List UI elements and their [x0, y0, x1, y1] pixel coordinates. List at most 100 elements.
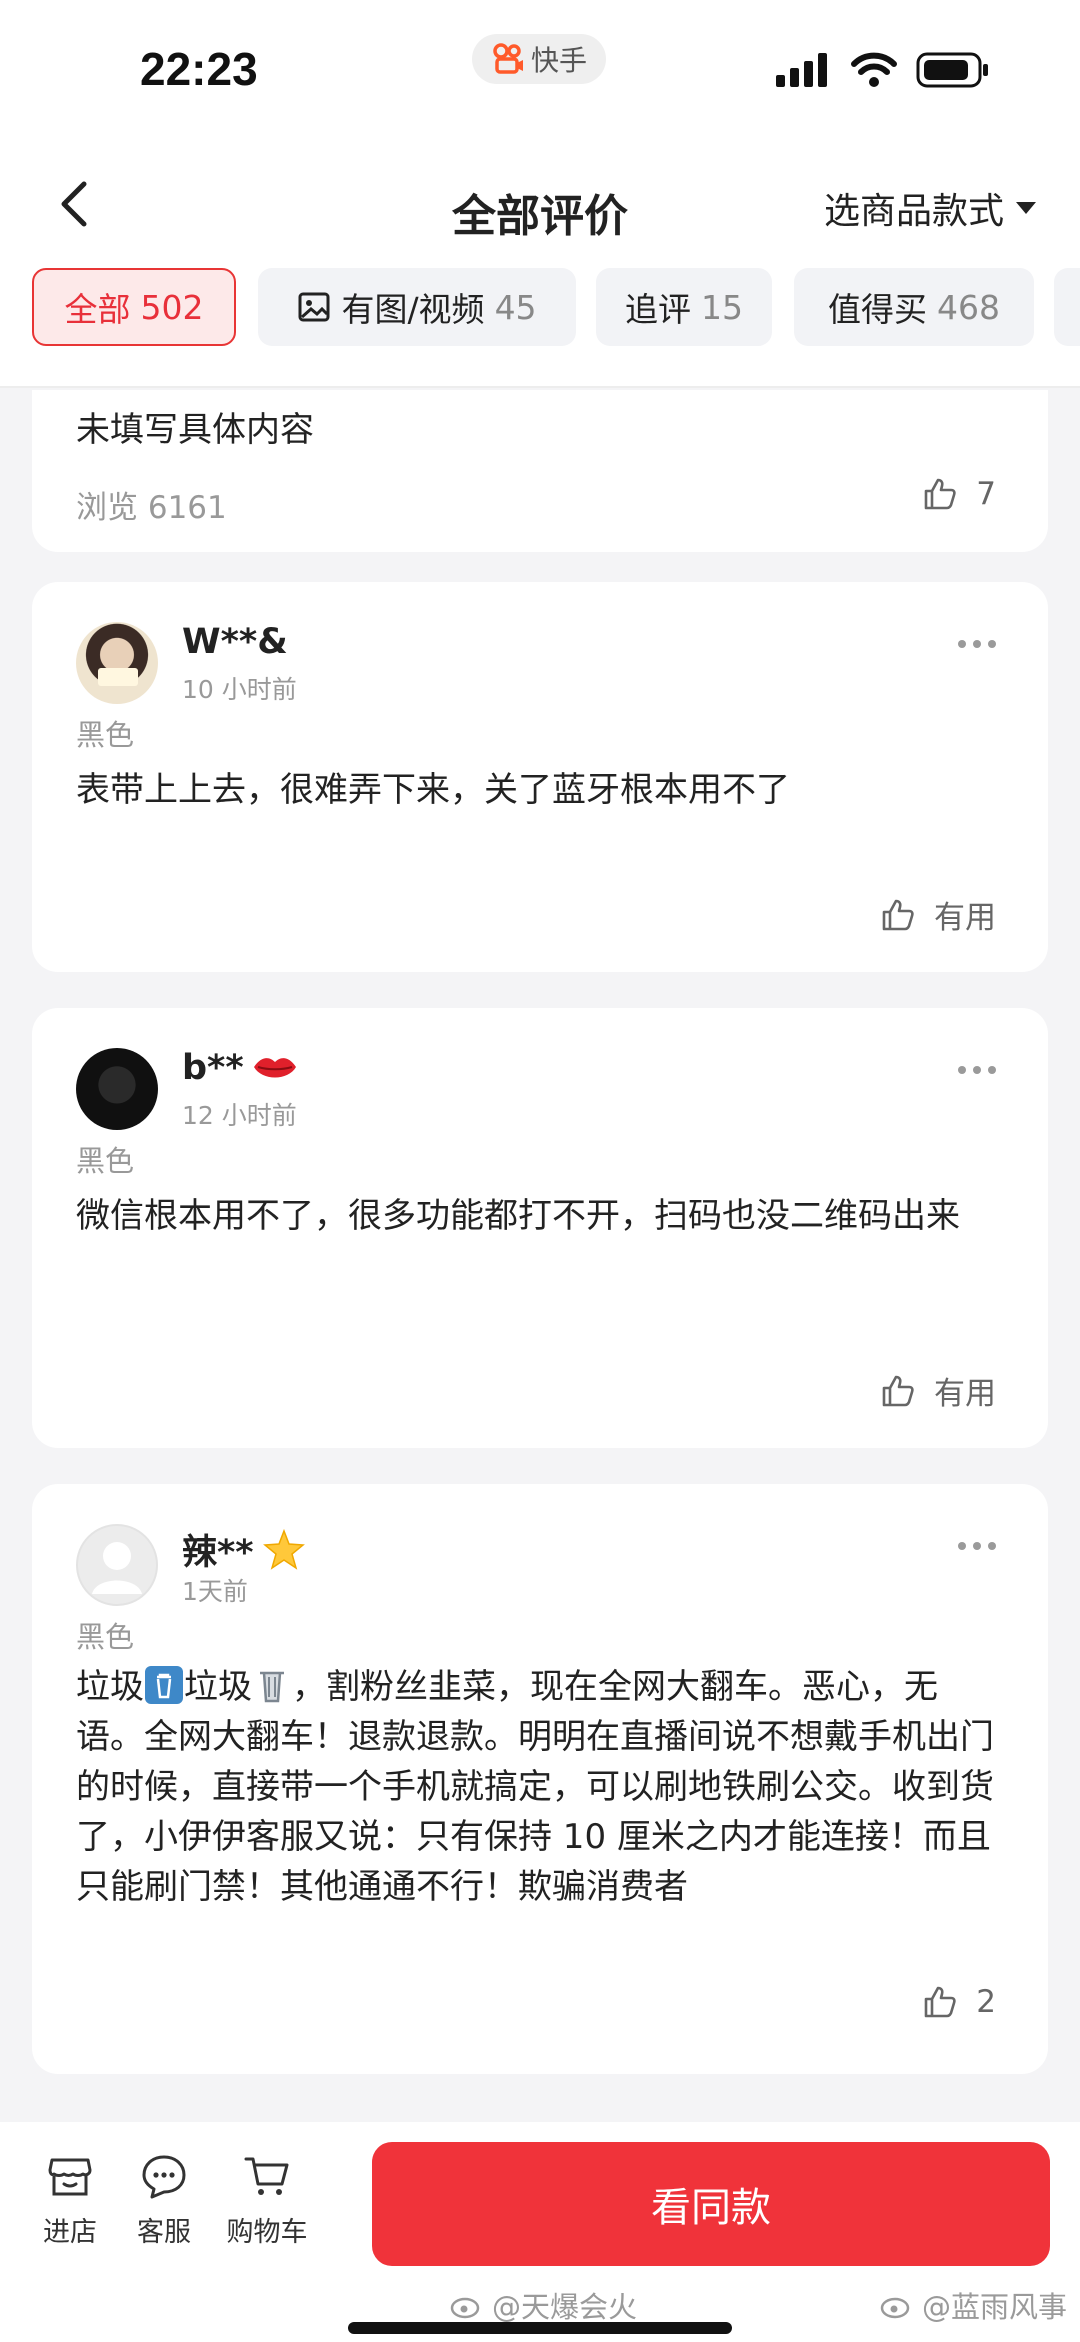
like-button[interactable]: 7 — [922, 476, 996, 512]
image-icon — [298, 292, 330, 322]
review-text: 表带上上去，很难弄下来，关了蓝牙根本用不了 — [76, 770, 790, 810]
thumbs-up-icon — [882, 1375, 914, 1406]
wastebasket-icon — [260, 1671, 284, 1703]
watermark-right: @蓝雨风事 — [880, 2284, 1067, 2326]
home-indicator[interactable] — [348, 2322, 732, 2334]
filter-chip-worth-buying[interactable]: 值得买 468 — [794, 268, 1034, 346]
review-text: 垃圾 垃圾 ，割粉丝韭菜，现在全网大翻车。恶心，无语。全网大翻车！退款退款。明明在直… — [76, 1662, 1004, 1912]
kuaishou-logo-icon — [493, 43, 523, 74]
weibo-logo-icon — [880, 2297, 910, 2319]
avatar[interactable] — [76, 622, 158, 704]
reviewer-name[interactable]: 辣** — [182, 1524, 306, 1575]
nav-bar: 全部评价 选商品款式 — [0, 150, 1080, 260]
filter-chip-media[interactable]: 有图/视频 45 — [258, 268, 576, 346]
wifi-icon — [851, 52, 897, 87]
battery-icon — [916, 52, 988, 88]
product-variant: 黑色 — [76, 718, 135, 752]
helpful-button[interactable]: 有用 — [880, 1368, 996, 1413]
more-dot — [988, 1542, 996, 1550]
cellular-signal-icon — [776, 53, 827, 87]
like-button[interactable]: 2 — [922, 1984, 996, 2020]
like-count: 7 — [976, 476, 996, 512]
filter-chip-followup[interactable]: 追评 15 — [596, 268, 772, 346]
review-time: 12 小时前 — [182, 1101, 297, 1130]
more-dot — [973, 1066, 981, 1074]
view-same-item-button[interactable]: 看同款 — [372, 2142, 1050, 2266]
filter-chip-label: 全部 — [64, 290, 131, 329]
filter-chip-label: 值得买 — [828, 290, 927, 329]
filter-chip-all[interactable]: 全部 502 — [32, 268, 236, 346]
star-sparkle-icon — [262, 1528, 305, 1570]
app-name: 快手 — [530, 44, 587, 77]
chat-bubble-icon — [142, 2155, 186, 2199]
thumbs-up-icon — [882, 899, 914, 930]
more-options-button[interactable] — [958, 1542, 996, 1550]
status-bar: 22:23 快手 — [0, 0, 1080, 150]
more-dot — [973, 1542, 981, 1550]
caret-down-icon — [1016, 202, 1036, 214]
more-dot — [988, 640, 996, 648]
tab-cart[interactable]: 购物车 — [210, 2152, 324, 2249]
weibo-logo-icon — [450, 2297, 480, 2319]
reviewer-name[interactable]: b** — [182, 1048, 298, 1088]
tab-label: 客服 — [137, 2217, 191, 2248]
lips-emoji-icon — [253, 1058, 296, 1078]
reviewer-name-text: 辣** — [182, 1533, 254, 1573]
product-variant: 黑色 — [76, 1144, 135, 1178]
review-card: b** 12 小时前 黑色 微信根本用不了，很多功能都打不开，扫码也没二维码出来… — [32, 1008, 1048, 1448]
avatar[interactable] — [76, 1524, 158, 1606]
review-text: 未填写具体内容 — [76, 410, 314, 450]
filter-chip-label: 追评 — [625, 290, 691, 329]
review-text-part: 垃圾 — [76, 1667, 144, 1707]
product-variant: 黑色 — [76, 1620, 135, 1654]
reviewer-name[interactable]: W**& — [182, 622, 288, 662]
more-options-button[interactable] — [958, 640, 996, 648]
reviewer-name-text: W**& — [182, 622, 288, 662]
review-view-count: 浏览 6161 — [76, 490, 227, 526]
tab-store[interactable]: 进店 — [20, 2152, 120, 2249]
helpful-button[interactable]: 有用 — [880, 892, 996, 937]
more-dot — [973, 640, 981, 648]
shopping-cart-icon — [244, 2157, 289, 2195]
reviewer-name-text: b** — [182, 1048, 244, 1088]
app-indicator-pill[interactable]: 快手 — [472, 34, 606, 84]
watermark-text: @蓝雨风事 — [922, 2290, 1068, 2324]
thumbs-up-icon — [924, 478, 956, 510]
tab-label: 进店 — [43, 2217, 97, 2248]
tab-customer-service[interactable]: 客服 — [114, 2152, 214, 2249]
store-icon — [48, 2158, 92, 2196]
reviews-list[interactable]: 未填写具体内容 浏览 6161 7 W**& 10 小时前 黑色 表带上上去，很… — [0, 390, 1080, 2122]
filter-chip-label: 有图/视频 — [341, 290, 485, 329]
filter-chip-more[interactable] — [1054, 268, 1080, 346]
more-dot — [958, 640, 966, 648]
more-dot — [988, 1066, 996, 1074]
default-avatar-icon — [92, 1542, 142, 1594]
filter-chip-count: 15 — [701, 287, 743, 327]
product-style-selector[interactable]: 选商品款式 — [824, 182, 1038, 234]
filter-chip-count: 45 — [494, 287, 537, 327]
review-time: 1天前 — [182, 1577, 248, 1606]
status-time: 22:23 — [140, 43, 258, 95]
like-count: 2 — [976, 1984, 996, 2020]
review-card: 未填写具体内容 浏览 6161 7 — [32, 390, 1048, 552]
avatar-photo — [98, 668, 138, 686]
more-dot — [958, 1066, 966, 1074]
thumbs-up-icon — [924, 1986, 956, 2018]
review-text: 微信根本用不了，很多功能都打不开，扫码也没二维码出来 — [76, 1196, 960, 1236]
filter-chip-count: 502 — [140, 287, 204, 327]
helpful-label: 有用 — [934, 900, 996, 936]
review-card: 辣** 1天前 黑色 垃圾 垃圾 ，割粉丝韭菜，现在全网大翻车。恶心，无语。全网大翻… — [32, 1484, 1048, 2074]
review-text-part: 垃圾 — [184, 1667, 252, 1707]
more-dot — [958, 1542, 966, 1550]
status-icons — [776, 52, 990, 88]
more-options-button[interactable] — [958, 1066, 996, 1074]
review-time: 10 小时前 — [182, 675, 297, 704]
filter-bar: 全部 502 有图/视频 45 追评 15 值得买 468 — [0, 260, 1080, 388]
trash-sign-icon — [145, 1666, 183, 1704]
tab-label: 购物车 — [226, 2217, 308, 2248]
watermark-text: @天爆会火 — [492, 2290, 638, 2324]
avatar[interactable] — [76, 1048, 158, 1130]
style-select-label: 选商品款式 — [823, 191, 1004, 232]
filter-chip-count: 468 — [937, 287, 1000, 327]
watermark-left: @天爆会火 — [450, 2284, 637, 2326]
